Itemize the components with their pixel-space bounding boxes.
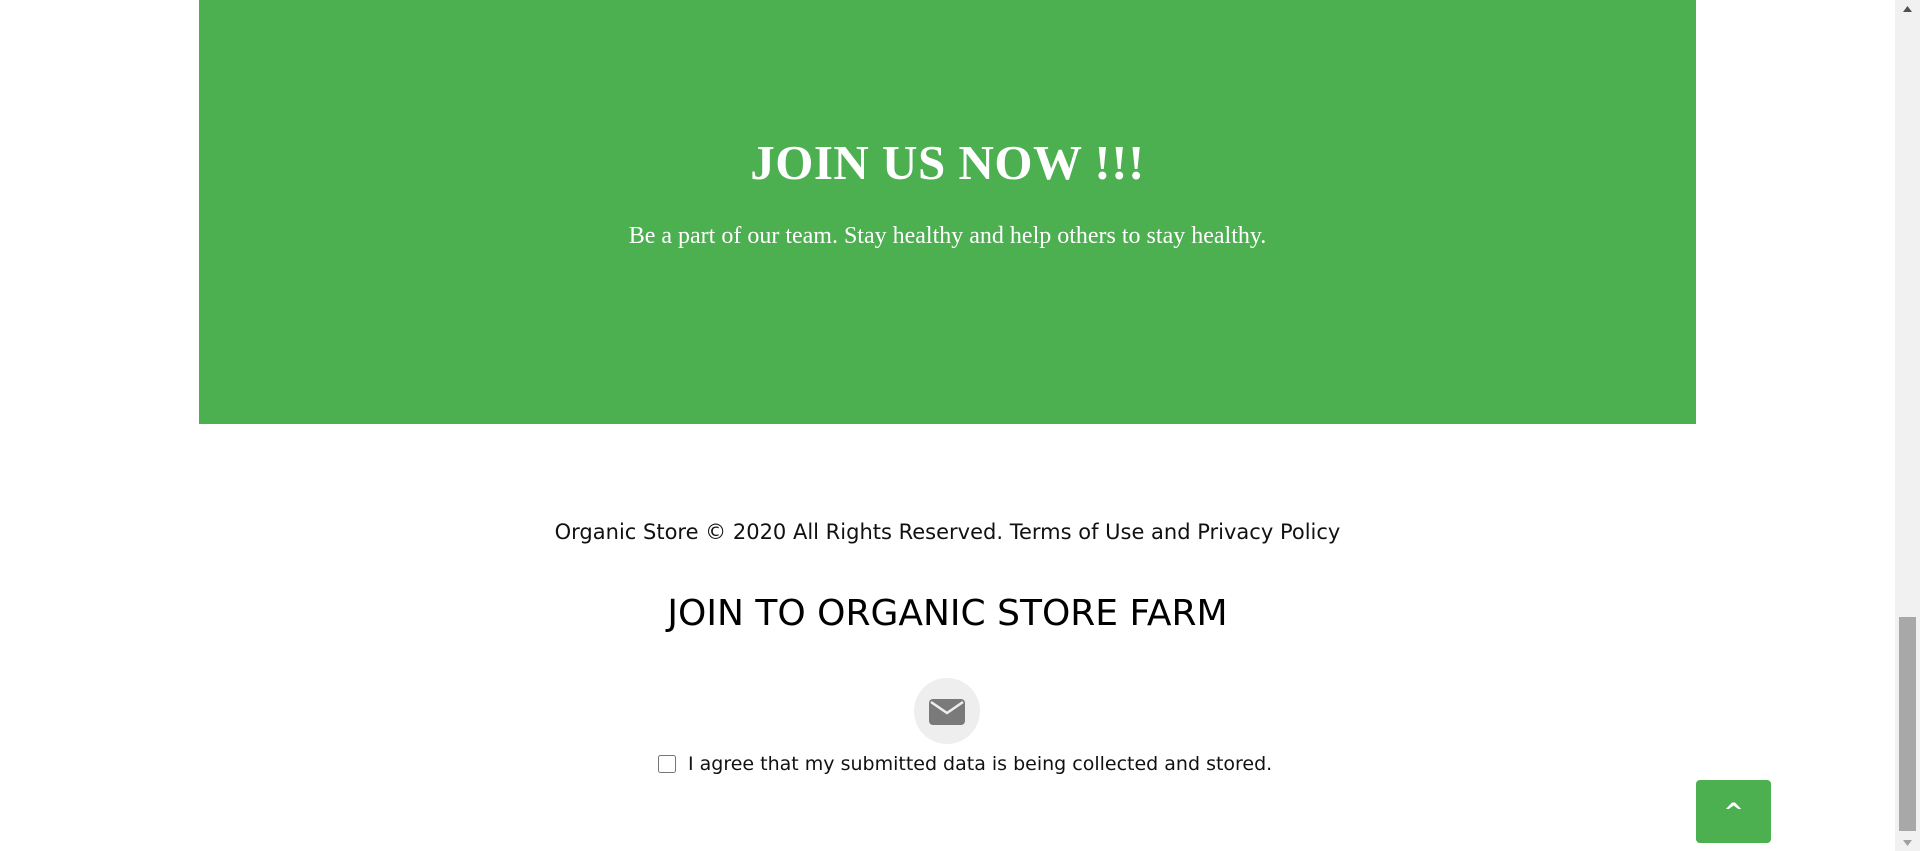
- page: JOIN US NOW !!! Be a part of our team. S…: [0, 0, 1920, 851]
- envelope-icon: [929, 699, 965, 725]
- copyright-text: Organic Store © 2020 All Rights Reserved…: [554, 520, 1010, 544]
- terms-of-use-link[interactable]: Terms of Use: [1010, 520, 1145, 544]
- join-us-banner: JOIN US NOW !!! Be a part of our team. S…: [199, 0, 1696, 424]
- newsletter-email-button[interactable]: [914, 678, 980, 744]
- privacy-policy-link[interactable]: Privacy Policy: [1197, 520, 1340, 544]
- and-text: and: [1144, 520, 1198, 544]
- arrow-up-icon: [1903, 5, 1912, 12]
- vertical-scrollbar[interactable]: [1895, 0, 1920, 851]
- newsletter-title: JOIN TO ORGANIC STORE FARM: [667, 593, 1228, 634]
- consent-checkbox[interactable]: [658, 755, 676, 773]
- arrow-down-icon: [1903, 839, 1912, 846]
- back-to-top-button[interactable]: ^: [1696, 780, 1771, 843]
- banner-title: JOIN US NOW !!!: [750, 135, 1145, 190]
- scroll-up-button[interactable]: [1895, 0, 1920, 17]
- consent-label: I agree that my submitted data is being …: [688, 753, 1273, 775]
- scroll-down-button[interactable]: [1895, 834, 1920, 851]
- copyright-line: Organic Store © 2020 All Rights Reserved…: [0, 518, 1895, 546]
- scrollbar-thumb[interactable]: [1899, 617, 1916, 831]
- banner-text: Be a part of our team. Stay healthy and …: [628, 223, 1267, 249]
- consent-row[interactable]: I agree that my submitted data is being …: [657, 751, 1272, 777]
